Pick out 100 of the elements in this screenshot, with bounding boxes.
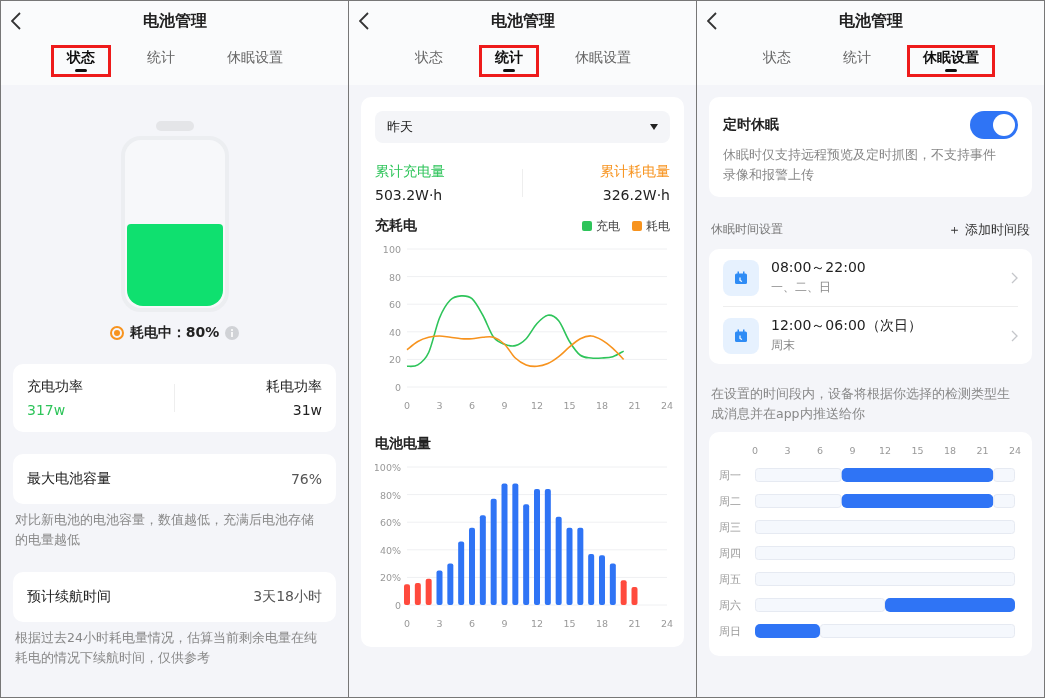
note-text: 在设置的时间段内，设备将根据你选择的检测类型生成消息并在app内推送给你 xyxy=(711,385,1011,423)
axis-label: 0 xyxy=(404,400,410,411)
period-time: 08:00～22:00 xyxy=(771,259,867,277)
tab[interactable]: 状态 xyxy=(746,45,807,77)
hour-label: 24 xyxy=(1008,445,1021,456)
power-value: 31w xyxy=(292,402,322,418)
day-label: 周二 xyxy=(719,495,741,508)
section-title: 休眠时间设置 xyxy=(711,221,783,238)
tab[interactable]: 状态 xyxy=(50,45,111,77)
back-icon[interactable] xyxy=(11,12,21,30)
back-icon[interactable] xyxy=(707,12,717,30)
sleep-period-bar xyxy=(755,624,820,638)
axis-label: 0 xyxy=(394,600,401,611)
axis-label: 6 xyxy=(469,618,475,629)
chart-bar xyxy=(599,555,605,605)
setting-description: 休眠时仅支持远程预览及定时抓图，不支持事件录像和报警上传 xyxy=(723,146,997,184)
chevron-icon xyxy=(1011,329,1018,342)
power-label: 耗电功率 xyxy=(266,378,322,396)
tab[interactable]: 统计 xyxy=(826,45,887,77)
page-title: 电池管理 xyxy=(142,10,207,32)
hour-label: 0 xyxy=(752,445,758,456)
hour-label: 15 xyxy=(911,445,924,456)
axis-label: 12 xyxy=(530,400,544,411)
axis-label: 21 xyxy=(628,618,641,629)
period-days: 一、二、日 xyxy=(771,279,999,296)
legend-label: 耗电 xyxy=(646,217,670,235)
add-period-link[interactable]: ＋ 添加时间段 xyxy=(947,221,1030,239)
calendar-icon xyxy=(723,317,759,354)
row-label: 最大电池容量 xyxy=(27,470,111,488)
chart-bar xyxy=(620,580,627,605)
chart-bar xyxy=(458,541,465,605)
axis-label: 40 xyxy=(388,326,401,338)
power-label: 充电功率 xyxy=(27,378,84,396)
note-text: 根据过去24小时耗电量情况，估算当前剩余电量在纯耗电的情况下续航时间，仅供参考 xyxy=(15,629,318,667)
chart-title: 电池电量 xyxy=(375,435,431,453)
axis-label: 15 xyxy=(563,618,576,629)
day-label: 周四 xyxy=(719,547,741,560)
axis-label: 100% xyxy=(375,462,401,473)
axis-label: 9 xyxy=(501,400,508,411)
page-title: 电池管理 xyxy=(490,10,555,32)
chart-bar xyxy=(609,563,616,605)
tab[interactable]: 休眠设置 xyxy=(210,45,299,77)
caret-icon xyxy=(650,124,658,130)
period-time: 12:00～06:00（次日） xyxy=(771,317,923,335)
back-icon[interactable] xyxy=(359,12,369,30)
axis-label: 0 xyxy=(394,382,401,393)
day-label: 周日 xyxy=(719,625,741,638)
axis-label: 15 xyxy=(563,400,576,411)
period-item[interactable]: 12:00～06:00（次日） 周末 xyxy=(723,307,1018,364)
hour-label: 3 xyxy=(784,445,791,456)
setting-label: 定时休眠 xyxy=(723,116,779,134)
total-label: 累计耗电量 xyxy=(600,163,670,181)
period-item[interactable]: 08:00～22:00 一、二、日 xyxy=(723,249,1018,306)
note-text: 对比新电池的电池容量，数值越低，充满后电池存储的电量越低 xyxy=(15,511,315,549)
axis-label: 12 xyxy=(530,618,544,629)
axis-label: 21 xyxy=(628,400,641,411)
axis-label: 80 xyxy=(388,271,401,283)
tab[interactable]: 统计 xyxy=(130,45,191,77)
row-label: 预计续航时间 xyxy=(27,588,111,606)
axis-label: 80% xyxy=(379,489,401,501)
total-value: 326.2W·h xyxy=(602,187,670,203)
legend-label: 充电 xyxy=(596,217,620,235)
row-value: 76% xyxy=(290,471,322,487)
chart-bar xyxy=(631,587,638,605)
chart-bar xyxy=(588,553,595,605)
row-value: 3天18小时 xyxy=(253,588,322,606)
tab[interactable]: 统计 xyxy=(478,45,539,77)
chart-bar xyxy=(404,584,410,605)
period-days: 周末 xyxy=(771,337,999,354)
day-label: 周五 xyxy=(719,573,741,586)
axis-label: 18 xyxy=(595,618,609,629)
hour-label: 9 xyxy=(849,445,856,456)
axis-label: 3 xyxy=(436,618,443,629)
hour-label: 21 xyxy=(976,445,989,456)
chart-bar xyxy=(414,582,421,605)
axis-label: 20% xyxy=(379,572,401,584)
hour-label: 6 xyxy=(817,445,823,456)
day-label: 周六 xyxy=(719,599,741,612)
axis-label: 0 xyxy=(404,618,410,629)
axis-label: 40% xyxy=(379,544,401,556)
period-dropdown[interactable]: 昨天 xyxy=(375,111,670,143)
axis-label: 60 xyxy=(388,299,401,311)
hour-label: 12 xyxy=(878,445,892,456)
tab[interactable]: 休眠设置 xyxy=(906,45,995,77)
tab[interactable]: 休眠设置 xyxy=(558,45,647,77)
axis-label: 60% xyxy=(379,517,401,529)
axis-label: 24 xyxy=(660,400,674,411)
chart-bar xyxy=(447,563,454,605)
axis-label: 24 xyxy=(660,618,674,629)
page-title: 电池管理 xyxy=(838,10,903,32)
axis-label: 100 xyxy=(382,244,401,255)
toggle-switch[interactable] xyxy=(970,111,1018,139)
power-value: 317w xyxy=(27,402,67,418)
total-value: 503.2W·h xyxy=(375,187,444,203)
axis-label: 3 xyxy=(436,400,443,411)
calendar-icon xyxy=(723,259,759,296)
tab[interactable]: 状态 xyxy=(398,45,459,77)
day-label: 周一 xyxy=(719,469,741,482)
status-dot xyxy=(109,326,124,340)
chart-title: 充耗电 xyxy=(375,217,417,235)
